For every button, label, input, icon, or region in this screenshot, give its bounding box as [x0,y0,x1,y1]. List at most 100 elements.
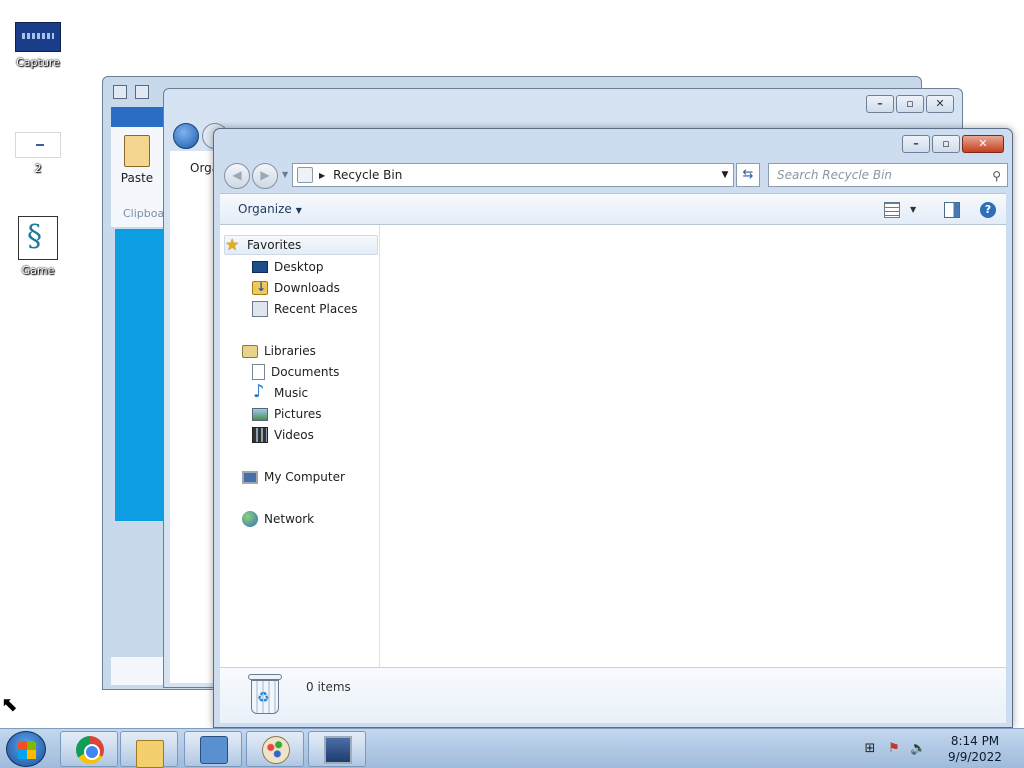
recent-pages-dropdown-icon[interactable]: ▼ [282,170,288,179]
search-icon[interactable]: ⚲ [992,165,1001,187]
network-app-icon [324,736,352,764]
command-bar: Organize ▼ ▼ ? [220,193,1006,225]
nav-item-label: Music [274,386,309,400]
documents-icon [252,364,265,380]
windows-logo-icon [18,741,36,759]
clock-time: 8:14 PM [950,734,1000,748]
close-icon: ✕ [935,97,945,110]
search-placeholder: Search Recycle Bin [777,168,893,182]
music-icon [252,381,268,402]
close-icon: ✕ [978,137,988,150]
nav-item-label: Pictures [274,407,322,421]
clipboard-icon [124,135,150,167]
status-bar [111,657,171,685]
minimize-button[interactable]: – [866,95,894,113]
window-controls: – ▫ ✕ [902,135,1004,153]
nav-item-videos[interactable]: Videos [252,425,314,445]
network-status-icon[interactable]: ⊞ [862,741,878,757]
nav-item-music[interactable]: Music [252,381,309,403]
ribbon-menu-button[interactable] [111,107,163,127]
close-button[interactable]: ✕ [926,95,954,113]
minimize-icon: – [877,97,883,110]
nav-item-network[interactable]: Network [242,509,314,529]
chevron-down-icon: ▼ [295,206,302,215]
capture-thumbnail-icon [15,22,61,52]
desktop-icon-label: Capture [16,56,60,69]
nav-item-recent-places[interactable]: Recent Places [252,299,357,319]
taskbar-button-network-app[interactable] [308,731,366,767]
action-center-flag-icon[interactable]: ⚑ [886,741,902,757]
volume-icon[interactable]: 🔈 [910,741,926,757]
maximize-icon: ▫ [906,97,914,110]
computer-icon [242,470,258,484]
change-view-icon[interactable] [884,202,900,218]
close-button[interactable]: ✕ [962,135,1004,153]
paste-button[interactable]: Paste [117,135,157,185]
nav-item-label: Documents [271,365,340,379]
downloads-icon [252,280,268,295]
taskbar-button-explorer[interactable] [120,731,178,768]
desktop-icon-game[interactable]: Game [8,216,68,277]
minimize-button[interactable]: – [902,135,930,153]
view-options-dropdown-icon[interactable]: ▼ [910,202,916,218]
paint-icon [262,736,290,764]
file-list-area[interactable] [380,225,1006,667]
refresh-button[interactable]: ⇆ [736,163,760,187]
clock[interactable]: 8:14 PM 9/9/2022 [940,733,1010,765]
nav-item-label: Downloads [274,281,340,295]
control-panel-icon [200,736,228,764]
desktop-icon-2[interactable]: 2 [8,132,68,175]
explorer-icon [136,740,164,768]
save-icon[interactable] [135,85,149,99]
recycle-bin-window[interactable]: – ▫ ✕ ▼ ▶ Recycle Bin ▼ ⇆ Search Recycle… [213,128,1013,728]
window-controls: – ▫ ✕ [866,95,954,113]
nav-item-documents[interactable]: Documents [252,362,339,382]
libraries-icon [242,344,258,358]
taskbar-button-paint[interactable] [246,731,304,767]
nav-item-my-computer[interactable]: My Computer [242,467,345,487]
nav-item-libraries[interactable]: Libraries [242,341,316,361]
nav-item-downloads[interactable]: Downloads [252,278,340,298]
back-button[interactable] [173,123,199,149]
clock-date: 9/9/2022 [948,750,1002,764]
back-button[interactable] [224,163,250,189]
mouse-cursor-icon: ⬉ [1,692,18,716]
desktop-icon-label: 2 [34,162,42,175]
chrome-icon [76,736,104,764]
desktop-icon-label: Game [21,264,55,277]
help-icon[interactable]: ? [980,202,996,218]
address-path[interactable]: Recycle Bin [333,168,717,182]
nav-item-favorites[interactable]: Favorites [224,235,378,255]
nav-item-label: Desktop [274,260,324,274]
nav-item-pictures[interactable]: Pictures [252,404,322,424]
forward-button[interactable] [252,163,278,189]
recycle-bin-icon: ♻ [248,674,282,714]
details-pane: ♻ 0 items [220,667,1006,723]
breadcrumb-arrow-icon[interactable]: ▶ [319,171,325,180]
taskbar-button-control-panel[interactable] [184,731,242,767]
maximize-button[interactable]: ▫ [896,95,924,113]
nav-item-label: Recent Places [274,302,358,316]
address-dropdown-icon[interactable]: ▼ [717,170,733,180]
address-bar[interactable]: ▶ Recycle Bin ▼ [292,163,734,187]
desktop-icon-capture[interactable]: Capture [8,22,68,69]
minimize-icon: – [913,137,919,150]
nav-item-label: Videos [274,428,314,442]
nav-item-desktop[interactable]: Desktop [252,257,324,277]
nav-item-label: Favorites [247,238,302,252]
organize-button[interactable]: Organize ▼ [238,202,302,216]
preview-pane-icon[interactable] [944,202,960,218]
clipboard-group-label: Clipboa [123,207,165,220]
taskbar-button-chrome[interactable] [60,731,118,767]
item-count: 0 items [306,680,351,694]
maximize-icon: ▫ [942,137,950,150]
pictures-icon [252,407,268,421]
maximize-button[interactable]: ▫ [932,135,960,153]
quick-access-toolbar [113,85,149,99]
navigation-bar: ▼ ▶ Recycle Bin ▼ ⇆ Search Recycle Bin ⚲ [220,163,1008,189]
paste-label: Paste [120,171,154,185]
app-icon[interactable] [113,85,127,99]
search-input[interactable]: Search Recycle Bin ⚲ [768,163,1008,187]
start-button[interactable] [6,731,46,767]
canvas-area[interactable] [115,229,167,521]
